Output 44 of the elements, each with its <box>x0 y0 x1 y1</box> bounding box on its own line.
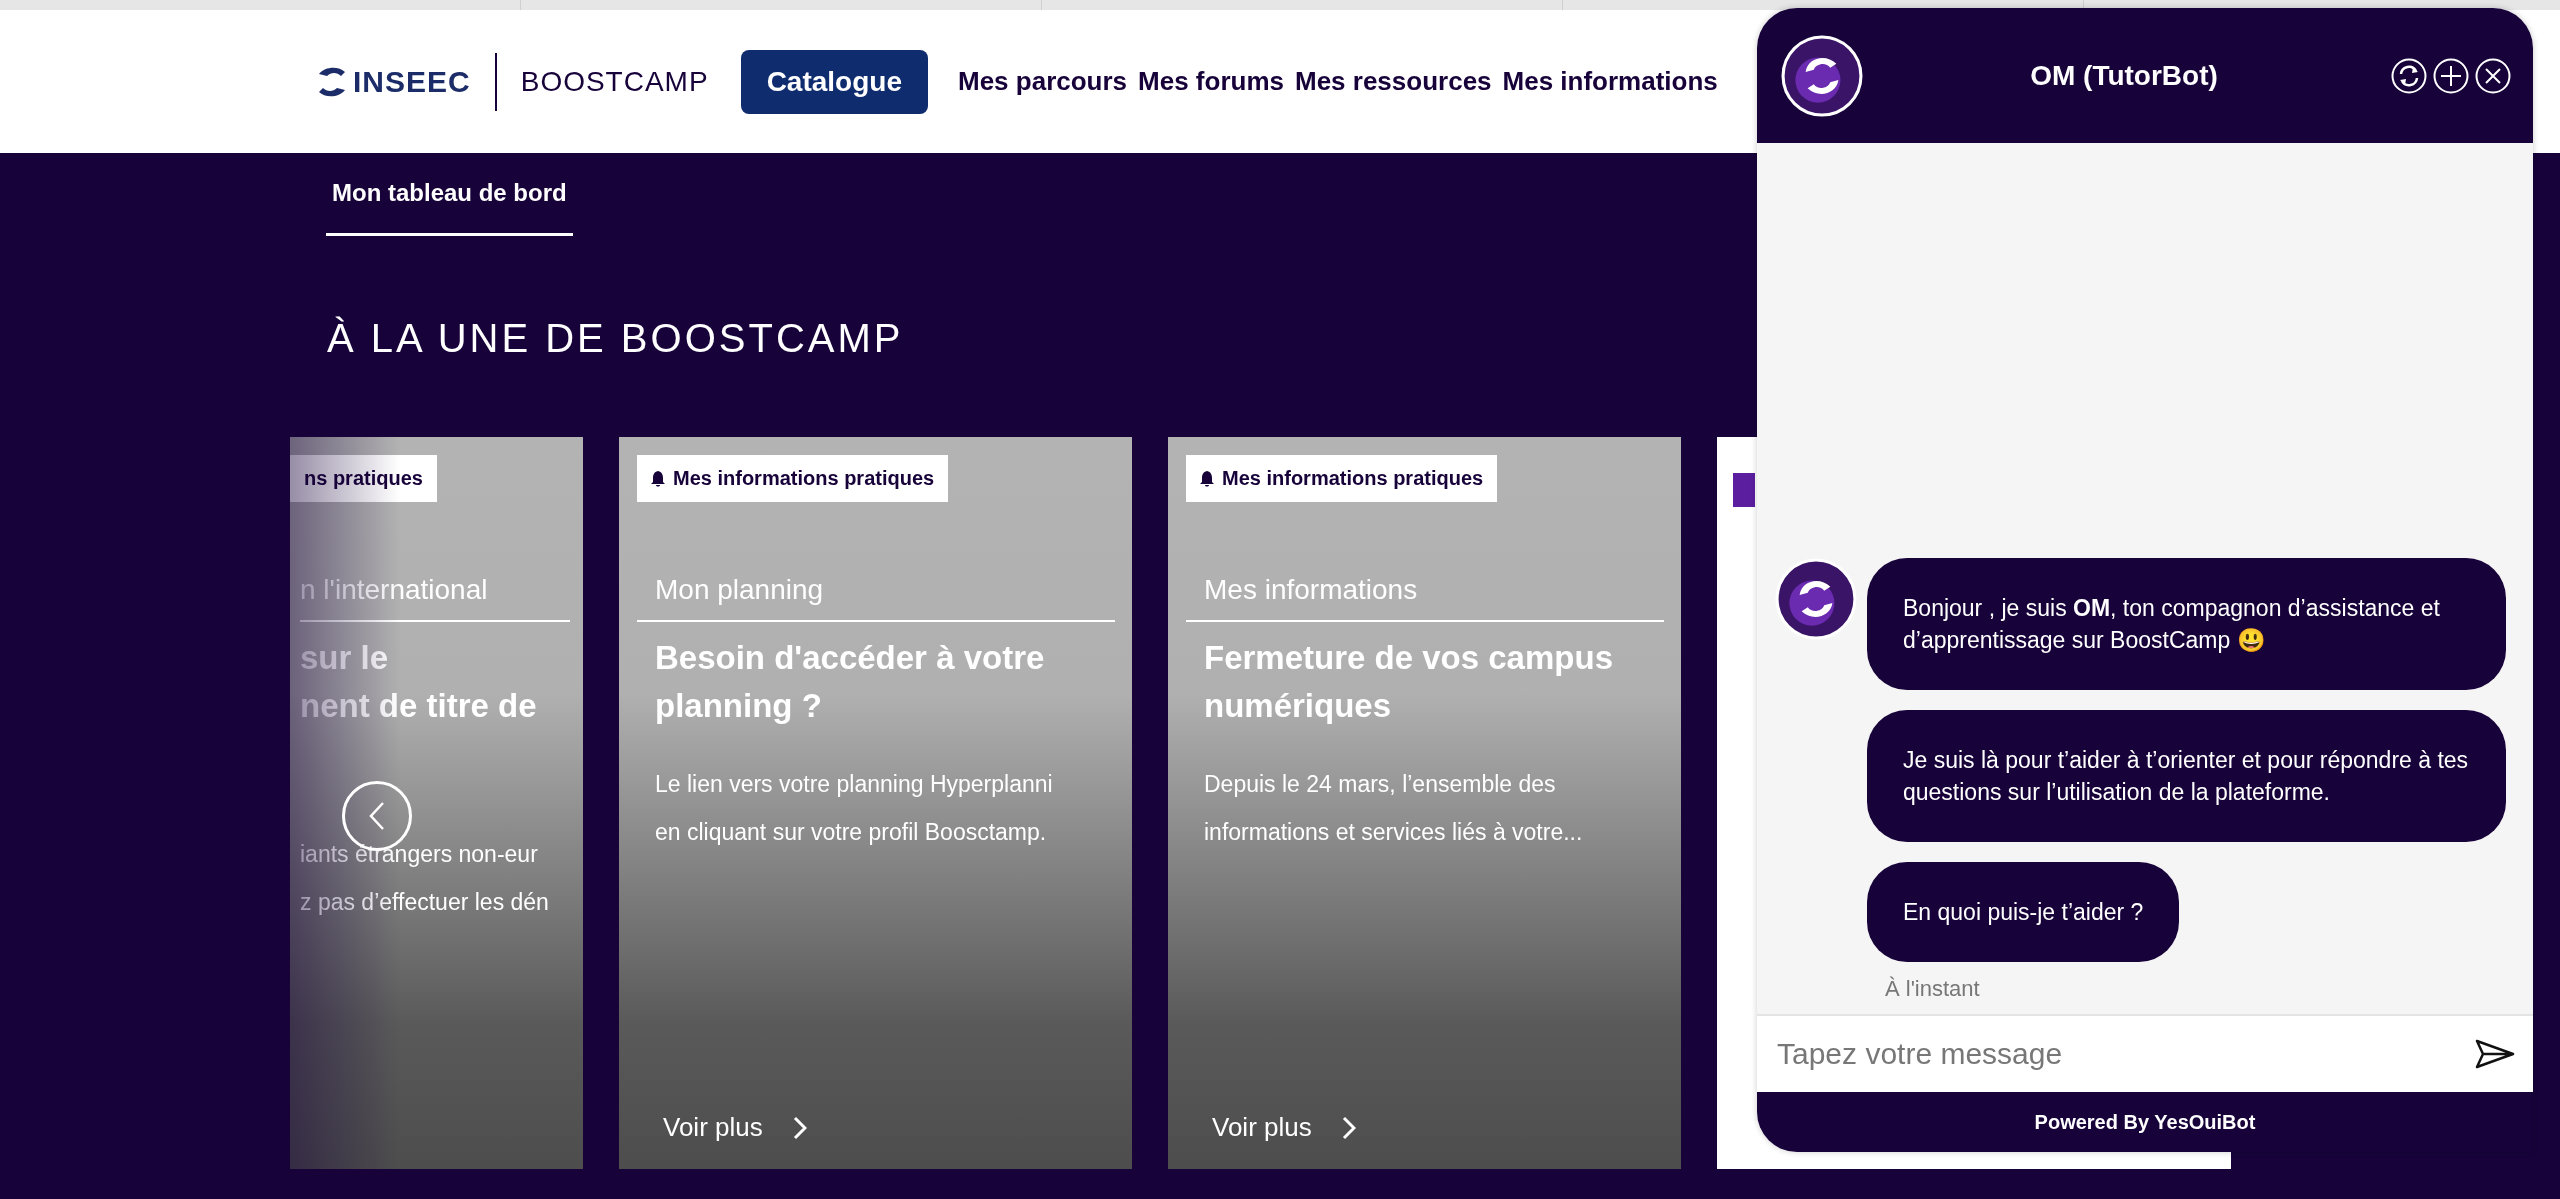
nav-link[interactable]: Mes parcours <box>958 66 1128 97</box>
refresh-icon[interactable] <box>2391 57 2427 94</box>
news-card[interactable]: Mes informations pratiques Mon planning Besoin d'accéder à votre planning ? Le lien vers votre planning Hyperplanni en cliquant sur votre profil Boosctamp. Voir plus <box>619 437 1132 1169</box>
tag-label: Mes informations pratiques <box>1222 467 1484 490</box>
chat-message: En quoi puis-je t’aider ? <box>1867 862 2180 962</box>
nav-link[interactable]: Mes ressources <box>1295 66 1492 97</box>
tag-label: ns pratiques <box>304 467 423 490</box>
chat-message: Bonjour , je suis OM, ton compagnon d’assistance et d’apprentissage sur BoostCamp 😃 <box>1867 558 2506 690</box>
card-title: sur le nent de titre de <box>300 638 538 726</box>
chat-title: OM (TutorBot) <box>2029 59 2219 92</box>
dashboard-tab[interactable]: Mon tableau de bord <box>326 153 573 236</box>
news-card[interactable]: Mes informations pratiques Mes informations Fermeture de vos campus numériques Depuis le 24 mars, l’ensemble des informations et services liés à votre... Voir plus <box>1168 437 1681 1169</box>
section-title: À LA UNE DE BOOSTCAMP <box>327 316 905 361</box>
see-more-link[interactable]: Voir plus <box>663 1112 1132 1143</box>
chevron-right-icon <box>1341 1115 1356 1140</box>
product-name: BOOSTCAMP <box>520 65 709 98</box>
card-category: Mon planning <box>655 574 825 607</box>
send-icon[interactable] <box>2475 1039 2515 1069</box>
bell-icon <box>651 470 665 487</box>
catalogue-button[interactable]: Catalogue <box>740 49 928 114</box>
bot-avatar-icon <box>1775 558 1857 640</box>
powered-by-text: Powered By YesOuiBot <box>1757 1092 2533 1152</box>
chevron-left-icon <box>368 801 386 831</box>
message-timestamp: À l'instant <box>1885 976 1981 1002</box>
card-excerpt: Le lien vers votre planning Hyperplanni en cliquant sur votre profil Boosctamp. <box>655 770 1054 847</box>
card-title: Fermeture de vos campus numériques <box>1204 638 1614 726</box>
nav-link[interactable]: Mes informations <box>1502 66 1718 97</box>
bell-icon <box>1200 470 1214 487</box>
nav-link[interactable]: Mes forums <box>1138 66 1284 97</box>
card-excerpt: iants étrangers non-eur z pas d’effectuer les dén <box>300 840 550 917</box>
plus-icon[interactable] <box>2433 57 2469 94</box>
message-input[interactable]: Tapez votre message <box>1775 1036 2475 1072</box>
tag-label: Mes informations pratiques <box>673 467 935 490</box>
see-more-link[interactable]: Voir plus <box>1212 1112 1681 1143</box>
message-field[interactable]: Tapez votre message <box>1757 1014 2533 1092</box>
card-title: Besoin d'accéder à votre planning ? <box>655 638 1046 726</box>
bot-avatar-icon <box>1781 34 1863 117</box>
chevron-right-icon <box>792 1115 807 1140</box>
category-tag <box>1733 473 1755 507</box>
chat-message: Je suis là pour t’aider à t’orienter et pour répondre à tes questions sur l’utilisation de la plateforme. <box>1867 710 2506 842</box>
brand-name: INSEEC <box>353 64 471 99</box>
card-excerpt: Depuis le 24 mars, l’ensemble des informations et services liés à votre... <box>1204 770 1584 847</box>
card-category: Mes informations <box>1204 574 1419 607</box>
close-icon[interactable] <box>2475 57 2511 94</box>
